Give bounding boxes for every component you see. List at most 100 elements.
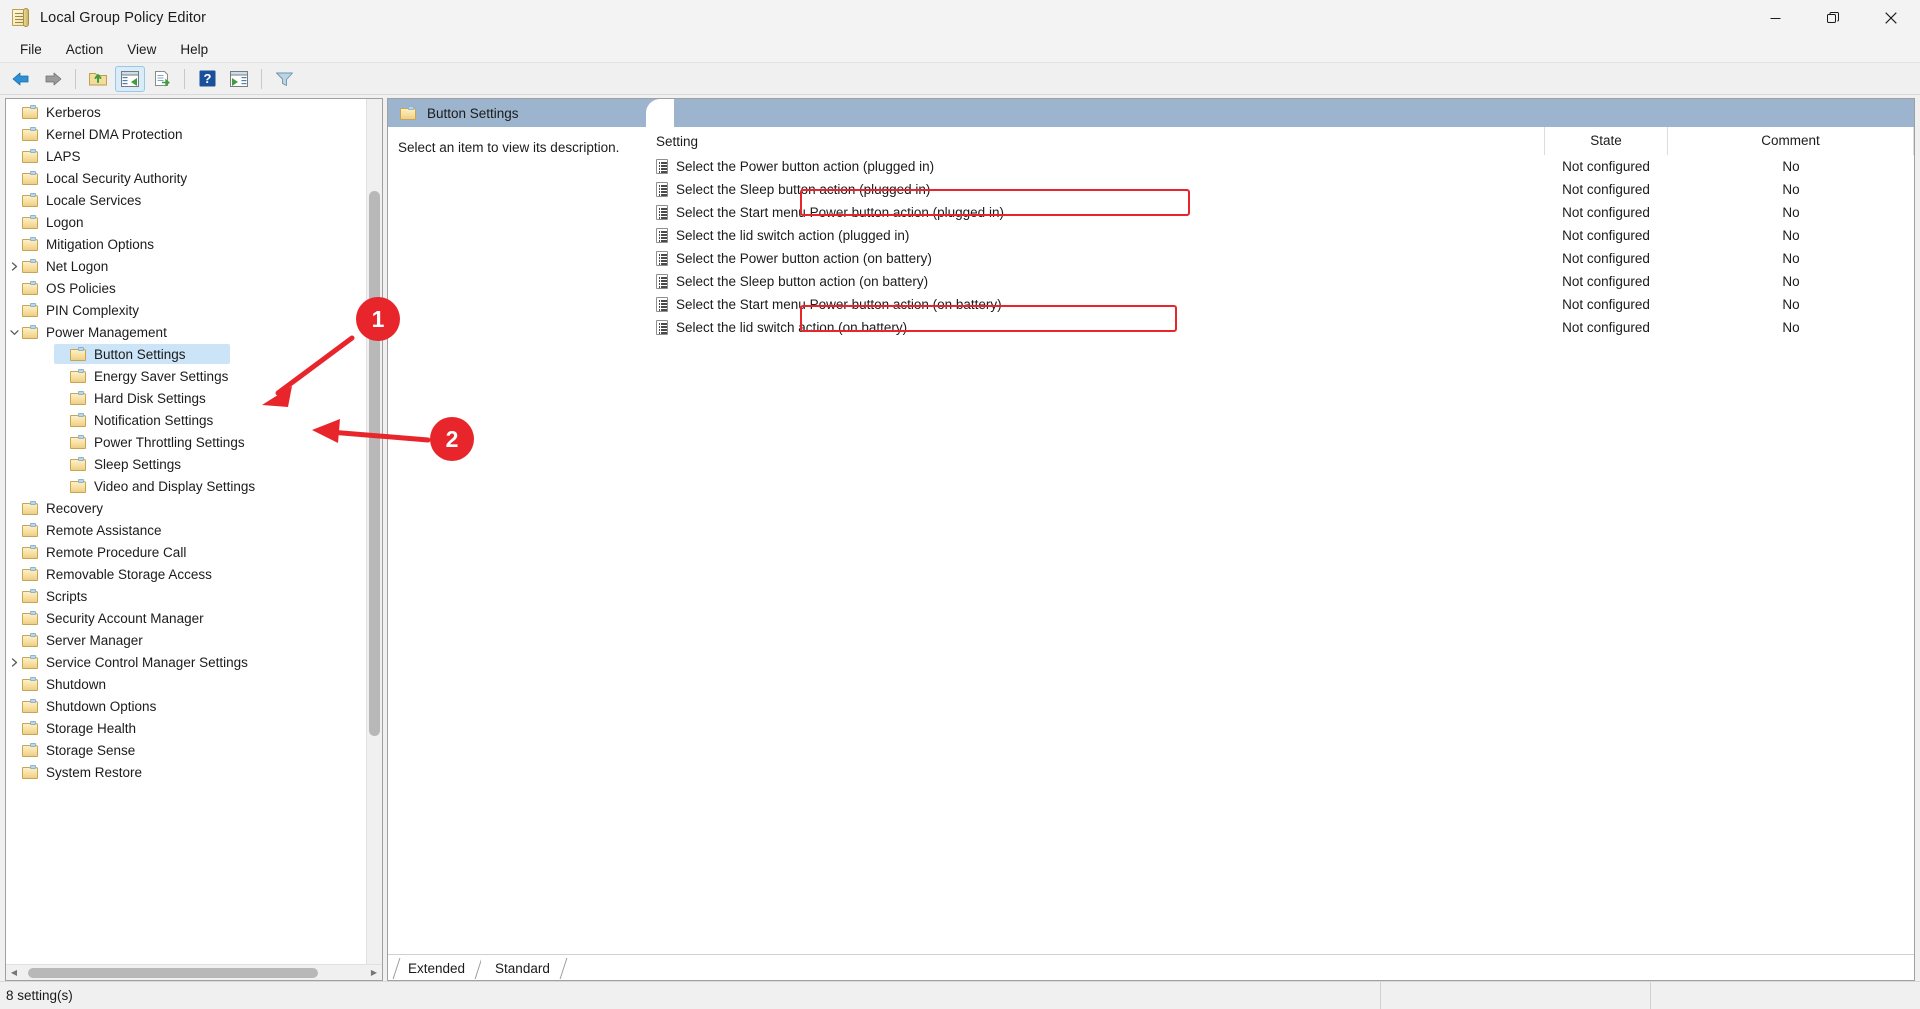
- console-tree-pane: Kerberos Kernel DMA Protection LAPS Local S…: [5, 98, 383, 981]
- title-bar: Local Group Policy Editor: [0, 0, 1920, 36]
- setting-cell: Select the Power button action (on batte…: [647, 251, 1544, 266]
- table-row[interactable]: Select the Power button action (on batte…: [647, 247, 1914, 270]
- tree-horizontal-scrollbar[interactable]: ◀ ▶: [6, 964, 382, 980]
- tree-item-video-and-display-settings[interactable]: Video and Display Settings: [6, 475, 366, 497]
- setting-cell: Select the Power button action (plugged …: [647, 159, 1544, 174]
- tree-item-label: Notification Settings: [94, 412, 214, 428]
- menu-file[interactable]: File: [8, 39, 54, 60]
- tree-item-power-management[interactable]: Power Management: [6, 321, 366, 343]
- tree-item-pin-complexity[interactable]: PIN Complexity: [6, 299, 366, 321]
- folder-icon: [70, 412, 87, 428]
- tree-twisty-empty: [6, 629, 22, 651]
- close-button[interactable]: [1862, 0, 1920, 36]
- maximize-restore-button[interactable]: [1804, 0, 1862, 36]
- tree-item-shutdown[interactable]: Shutdown: [6, 673, 366, 695]
- comment-cell: No: [1782, 228, 1800, 243]
- state-cell: Not configured: [1562, 274, 1650, 289]
- tree-item-label: Shutdown Options: [46, 698, 157, 714]
- tree-item-kernel-dma-protection[interactable]: Kernel DMA Protection: [6, 123, 366, 145]
- tree-item-logon[interactable]: Logon: [6, 211, 366, 233]
- table-row[interactable]: Select the Power button action (plugged …: [647, 155, 1914, 178]
- tree-item-label: Power Throttling Settings: [94, 434, 245, 450]
- tree-item-remote-procedure-call[interactable]: Remote Procedure Call: [6, 541, 366, 563]
- tree-item-label: PIN Complexity: [46, 302, 140, 318]
- show-hide-action-pane-icon[interactable]: [224, 66, 254, 92]
- policy-setting-icon: [656, 251, 669, 266]
- show-hide-console-tree-icon[interactable]: [115, 65, 145, 92]
- policy-setting-icon: [656, 228, 669, 243]
- chevron-right-icon[interactable]: [6, 255, 22, 277]
- tab-standard[interactable]: Standard: [481, 956, 568, 980]
- folder-icon: [22, 720, 39, 736]
- scroll-left-icon[interactable]: ◀: [6, 965, 22, 980]
- tree-twisty-empty: [54, 409, 70, 431]
- window-controls: [1746, 0, 1920, 36]
- tree-item-hard-disk-settings[interactable]: Hard Disk Settings: [6, 387, 366, 409]
- menu-action[interactable]: Action: [54, 39, 116, 60]
- tree-item-local-security-authority[interactable]: Local Security Authority: [6, 167, 366, 189]
- up-one-level-icon[interactable]: [83, 66, 113, 92]
- table-row[interactable]: Select the Start menu Power button actio…: [647, 293, 1914, 316]
- tree-item-label: Security Account Manager: [46, 610, 204, 626]
- tree-item-scripts[interactable]: Scripts: [6, 585, 366, 607]
- tree-item-service-control-manager-settings[interactable]: Service Control Manager Settings: [6, 651, 366, 673]
- folder-icon: [22, 236, 39, 252]
- window-title: Local Group Policy Editor: [40, 9, 207, 26]
- tree-item-storage-sense[interactable]: Storage Sense: [6, 739, 366, 761]
- tree-item-server-manager[interactable]: Server Manager: [6, 629, 366, 651]
- tree-item-os-policies[interactable]: OS Policies: [6, 277, 366, 299]
- setting-name: Select the Sleep button action (on batte…: [676, 274, 929, 289]
- tree-vertical-scrollbar[interactable]: [366, 99, 382, 964]
- table-row[interactable]: Select the Sleep button action (plugged …: [647, 178, 1914, 201]
- scroll-right-icon[interactable]: ▶: [366, 965, 382, 980]
- tree-item-locale-services[interactable]: Locale Services: [6, 189, 366, 211]
- tree-item-label: OS Policies: [46, 280, 116, 296]
- table-row[interactable]: Select the lid switch action (on battery…: [647, 316, 1914, 339]
- tree-item-net-logon[interactable]: Net Logon: [6, 255, 366, 277]
- tree-item-recovery[interactable]: Recovery: [6, 497, 366, 519]
- column-header-comment[interactable]: Comment: [1668, 127, 1914, 155]
- column-header-setting[interactable]: Setting: [647, 134, 1544, 149]
- chevron-down-icon[interactable]: [6, 321, 22, 343]
- tree-item-power-throttling-settings[interactable]: Power Throttling Settings: [6, 431, 366, 453]
- tree-item-remote-assistance[interactable]: Remote Assistance: [6, 519, 366, 541]
- setting-cell: Select the Sleep button action (on batte…: [647, 274, 1544, 289]
- tree-item-label: Recovery: [46, 500, 104, 516]
- setting-name: Select the Start menu Power button actio…: [676, 297, 1002, 312]
- view-tab-strip: Extended Standard: [388, 954, 1914, 980]
- filter-icon[interactable]: [269, 66, 299, 92]
- chevron-right-icon[interactable]: [6, 651, 22, 673]
- tree-item-sleep-settings[interactable]: Sleep Settings: [6, 453, 366, 475]
- tree-item-storage-health[interactable]: Storage Health: [6, 717, 366, 739]
- help-icon[interactable]: ?: [192, 66, 222, 92]
- tree-horizontal-scroll-thumb[interactable]: [28, 968, 318, 978]
- table-row[interactable]: Select the lid switch action (plugged in…: [647, 224, 1914, 247]
- back-icon[interactable]: [6, 66, 36, 92]
- setting-cell: Select the Sleep button action (plugged …: [647, 182, 1544, 197]
- toolbar: ?: [0, 63, 1920, 95]
- tree-item-button-settings[interactable]: Button Settings: [6, 343, 366, 365]
- tree-vertical-scroll-thumb[interactable]: [369, 191, 380, 736]
- export-list-icon[interactable]: [147, 66, 177, 92]
- tree-item-mitigation-options[interactable]: Mitigation Options: [6, 233, 366, 255]
- tree-item-removable-storage-access[interactable]: Removable Storage Access: [6, 563, 366, 585]
- tree-item-shutdown-options[interactable]: Shutdown Options: [6, 695, 366, 717]
- column-header-state[interactable]: State: [1544, 127, 1668, 155]
- table-row[interactable]: Select the Start menu Power button actio…: [647, 201, 1914, 224]
- menu-view[interactable]: View: [115, 39, 168, 60]
- tree-twisty-empty: [54, 387, 70, 409]
- tree-twisty-empty: [6, 563, 22, 585]
- tab-extended[interactable]: Extended: [392, 956, 483, 980]
- menu-help[interactable]: Help: [168, 39, 220, 60]
- folder-icon: [22, 280, 39, 296]
- tree-item-laps[interactable]: LAPS: [6, 145, 366, 167]
- tree-item-notification-settings[interactable]: Notification Settings: [6, 409, 366, 431]
- minimize-button[interactable]: [1746, 0, 1804, 36]
- tree-item-system-restore[interactable]: System Restore: [6, 761, 366, 783]
- table-row[interactable]: Select the Sleep button action (on batte…: [647, 270, 1914, 293]
- comment-cell: No: [1782, 205, 1800, 220]
- tree-item-energy-saver-settings[interactable]: Energy Saver Settings: [6, 365, 366, 387]
- tree-item-kerberos[interactable]: Kerberos: [6, 101, 366, 123]
- tree-item-security-account-manager[interactable]: Security Account Manager: [6, 607, 366, 629]
- forward-icon[interactable]: [38, 66, 68, 92]
